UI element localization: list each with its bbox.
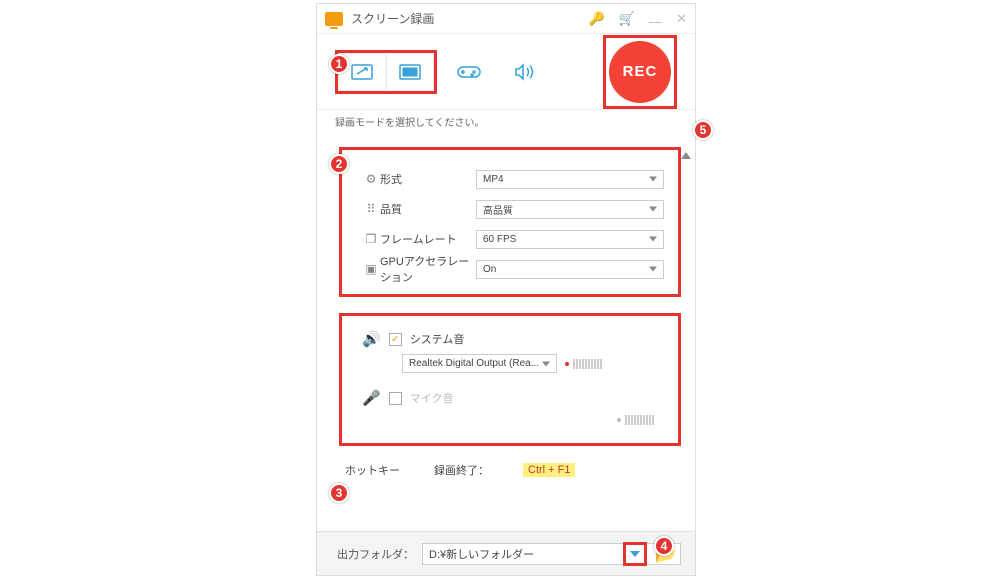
output-folder-path: D:¥新しいフォルダー <box>429 546 534 562</box>
mic-label: マイク音 <box>410 390 454 406</box>
format-row: ⚙ 形式 MP4 <box>362 164 664 194</box>
mode-row: REC <box>317 34 695 110</box>
rec-button-highlight: REC <box>603 35 677 109</box>
framerate-dropdown[interactable]: 60 FPS <box>476 230 664 249</box>
close-button[interactable]: ✕ <box>676 12 687 25</box>
system-device-value: Realtek Digital Output (Rea... <box>409 358 539 369</box>
annotation-3: 3 <box>329 483 349 503</box>
mic-checkbox[interactable] <box>389 392 402 405</box>
audio-settings-panel: 🔊 ✓ システム音 Realtek Digital Output (Rea...… <box>339 313 681 446</box>
region-fullscreen-group <box>335 50 437 94</box>
minimize-button[interactable]: ― <box>649 15 662 28</box>
scroll-up-indicator[interactable] <box>681 152 691 159</box>
quality-row: ⠿ 品質 高品質 <box>362 194 664 224</box>
framerate-value: 60 FPS <box>483 234 516 245</box>
quality-value: 高品質 <box>483 202 513 217</box>
framerate-row: ❐ フレームレート 60 FPS <box>362 224 664 254</box>
system-sound-checkbox[interactable]: ✓ <box>389 333 402 346</box>
output-folder-label: 出力フォルダ： <box>337 546 414 562</box>
rec-label: REC <box>623 63 658 80</box>
titlebar-controls: 🔑 🛒 ― ✕ <box>589 12 687 25</box>
gpu-label: GPUアクセラレーション <box>380 253 476 285</box>
system-sound-row: 🔊 ✓ システム音 <box>362 330 664 348</box>
key-icon[interactable]: 🔑 <box>589 12 605 25</box>
annotation-2: 2 <box>329 154 349 174</box>
hotkey-stop-value: Ctrl + F1 <box>523 463 575 477</box>
fullscreen-mode-button[interactable] <box>386 53 434 91</box>
hotkey-label: ホットキー <box>345 462 400 478</box>
hotkey-row: ホットキー 録画終了： Ctrl + F1 <box>345 462 671 478</box>
app-window: スクリーン録画 🔑 🛒 ― ✕ REC 録画モードを選 <box>316 3 696 576</box>
system-sound-label: システム音 <box>410 331 465 347</box>
mic-vu-meter <box>617 415 654 425</box>
format-label: 形式 <box>380 171 476 187</box>
rec-button[interactable]: REC <box>609 41 671 103</box>
speaker-icon: 🔊 <box>362 330 381 348</box>
quality-label: 品質 <box>380 201 476 217</box>
gpu-icon: ▣ <box>362 262 380 276</box>
gpu-dropdown[interactable]: On <box>476 260 664 279</box>
mic-icon: 🎤 <box>362 389 381 407</box>
quality-dropdown[interactable]: 高品質 <box>476 200 664 219</box>
annotation-4: 4 <box>654 536 674 556</box>
system-vu-meter <box>565 359 602 369</box>
app-title: スクリーン録画 <box>351 10 589 27</box>
system-device-dropdown[interactable]: Realtek Digital Output (Rea... <box>402 354 557 373</box>
cart-icon[interactable]: 🛒 <box>619 12 635 25</box>
output-folder-bar: 出力フォルダ： D:¥新しいフォルダー 📂 <box>317 531 695 575</box>
output-folder-dropdown[interactable] <box>623 542 647 566</box>
system-device-line: Realtek Digital Output (Rea... <box>362 354 664 373</box>
gpu-row: ▣ GPUアクセラレーション On <box>362 254 664 284</box>
framerate-label: フレームレート <box>380 231 476 247</box>
annotation-1: 1 <box>329 54 349 74</box>
game-mode-button[interactable] <box>445 53 493 91</box>
audio-mode-button[interactable] <box>501 53 549 91</box>
mic-vu-line <box>362 415 664 425</box>
gpu-value: On <box>483 264 496 275</box>
format-icon: ⚙ <box>362 172 380 186</box>
titlebar: スクリーン録画 🔑 🛒 ― ✕ <box>317 4 695 34</box>
video-settings-panel: ⚙ 形式 MP4 ⠿ 品質 高品質 ❐ フレームレート 60 FPS ▣ GPU… <box>339 147 681 297</box>
mic-sound-row: 🎤 マイク音 <box>362 389 664 407</box>
format-value: MP4 <box>483 174 504 185</box>
format-dropdown[interactable]: MP4 <box>476 170 664 189</box>
app-icon <box>325 12 343 26</box>
chevron-down-icon <box>630 551 640 557</box>
annotation-5: 5 <box>693 120 713 140</box>
mode-hint: 録画モードを選択してください。 <box>317 110 695 137</box>
framerate-icon: ❐ <box>362 232 380 246</box>
hotkey-stop-label: 録画終了： <box>434 462 489 478</box>
quality-icon: ⠿ <box>362 202 380 216</box>
